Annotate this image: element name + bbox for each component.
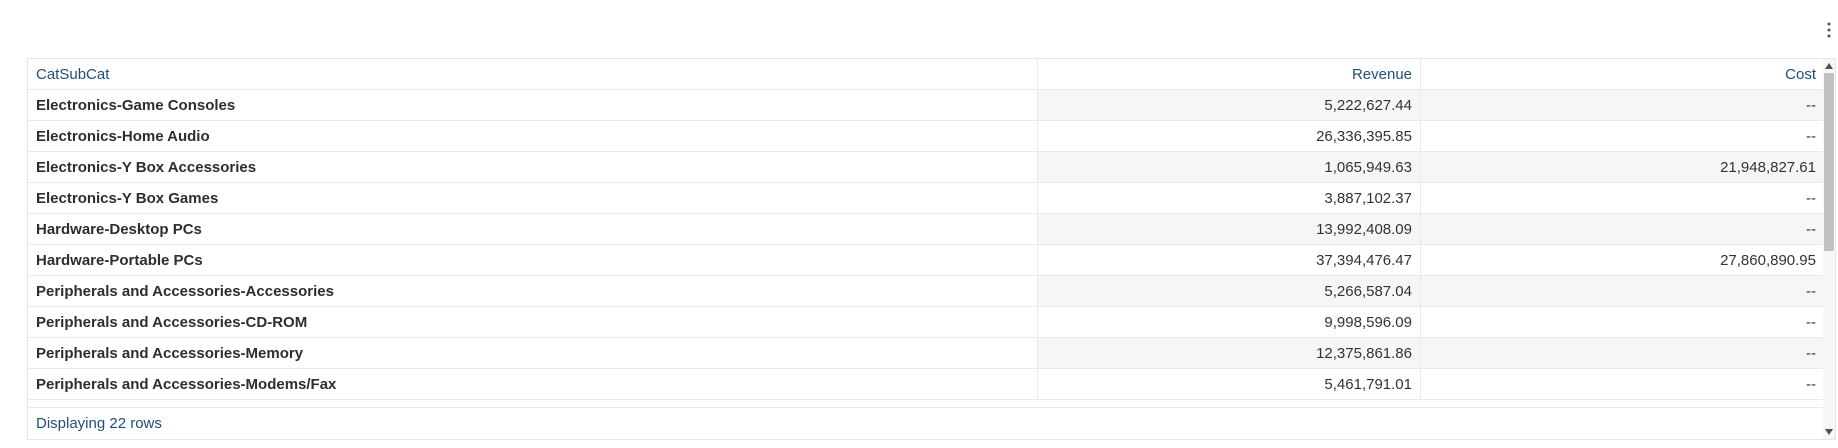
vertical-scrollbar[interactable] (1823, 59, 1835, 439)
table-row[interactable]: Electronics-Game Consoles 5,222,627.44 -- (28, 90, 1824, 121)
cell-catsubcat: Peripherals and Accessories-CD-ROM (28, 307, 1038, 337)
data-table: CatSubCat Revenue Cost Electronics-Game … (27, 58, 1836, 440)
cell-revenue: 3,887,102.37 (1038, 183, 1421, 213)
cell-catsubcat: Hardware-Portable PCs (28, 245, 1038, 275)
cell-catsubcat: Electronics-Game Consoles (28, 90, 1038, 120)
cell-cost: -- (1806, 313, 1816, 331)
cell-revenue: 13,992,408.09 (1038, 214, 1421, 244)
cell-revenue: 1,065,949.63 (1038, 152, 1421, 182)
table-grid: CatSubCat Revenue Cost Electronics-Game … (28, 59, 1824, 407)
cell-cost: 21,948,827.61 (1421, 152, 1824, 182)
cell-cost: -- (1421, 338, 1824, 368)
column-header-catsubcat[interactable]: CatSubCat (28, 59, 1038, 89)
cell-catsubcat: Electronics-Y Box Accessories (28, 152, 1038, 182)
cell-catsubcat: Peripherals and Accessories-Accessories (28, 276, 1038, 306)
table-row[interactable]: Electronics-Home Audio 26,336,395.85 -- (28, 121, 1824, 152)
cell-cost: -- (1806, 127, 1816, 145)
table-view: CatSubCat Revenue Cost Electronics-Game … (0, 0, 1838, 448)
table-row[interactable]: Hardware-Portable PCs 37,394,476.47 27,860… (28, 245, 1824, 276)
cell-revenue: 9,998,596.09 (1038, 307, 1421, 337)
column-header-revenue[interactable]: Revenue (1038, 59, 1421, 89)
more-options-button[interactable] (1820, 18, 1838, 42)
cell-catsubcat: Peripherals and Accessories-Memory (28, 338, 1038, 368)
cell-revenue: 26,336,395.85 (1038, 121, 1421, 151)
column-header-cost[interactable]: Cost (1421, 59, 1824, 89)
cell-revenue: 37,394,476.47 (1038, 245, 1421, 275)
cell-revenue: 5,266,587.04 (1038, 276, 1421, 306)
cell-cost: 27,860,890.95 (1720, 251, 1816, 269)
cell-catsubcat: Peripherals and Accessories-Modems/Fax (28, 369, 1038, 399)
cell-revenue: 5,222,627.44 (1038, 90, 1421, 120)
cell-catsubcat: Electronics-Home Audio (28, 121, 1038, 151)
cell-cost: -- (1806, 189, 1816, 207)
cell-cost: -- (1421, 214, 1824, 244)
cell-revenue: 5,461,791.01 (1038, 369, 1421, 399)
table-row[interactable]: Peripherals and Accessories-Memory 12,375… (28, 338, 1824, 369)
row-count-footer: Displaying 22 rows (28, 407, 1824, 439)
table-row[interactable]: Peripherals and Accessories-Modems/Fax 5,… (28, 369, 1824, 400)
more-vertical-icon (1827, 22, 1831, 38)
table-row[interactable]: Electronics-Y Box Games 3,887,102.37 -- (28, 183, 1824, 214)
scroll-up-icon[interactable] (1823, 60, 1835, 72)
table-row[interactable]: Peripherals and Accessories-Accessories 5… (28, 276, 1824, 307)
table-body: Electronics-Game Consoles 5,222,627.44 -- E… (28, 90, 1824, 400)
table-row[interactable]: Electronics-Y Box Accessories 1,065,949.6… (28, 152, 1824, 183)
table-header-row: CatSubCat Revenue Cost (28, 59, 1824, 90)
cell-cost: -- (1806, 375, 1816, 393)
cell-revenue: 12,375,861.86 (1038, 338, 1421, 368)
cell-cost: -- (1421, 276, 1824, 306)
scroll-down-icon[interactable] (1823, 426, 1835, 438)
table-row[interactable]: Peripherals and Accessories-CD-ROM 9,998,… (28, 307, 1824, 338)
cell-cost: -- (1421, 90, 1824, 120)
scrollbar-thumb[interactable] (1824, 73, 1834, 251)
cell-catsubcat: Electronics-Y Box Games (28, 183, 1038, 213)
table-row[interactable]: Hardware-Desktop PCs 13,992,408.09 -- (28, 214, 1824, 245)
cell-catsubcat: Hardware-Desktop PCs (28, 214, 1038, 244)
